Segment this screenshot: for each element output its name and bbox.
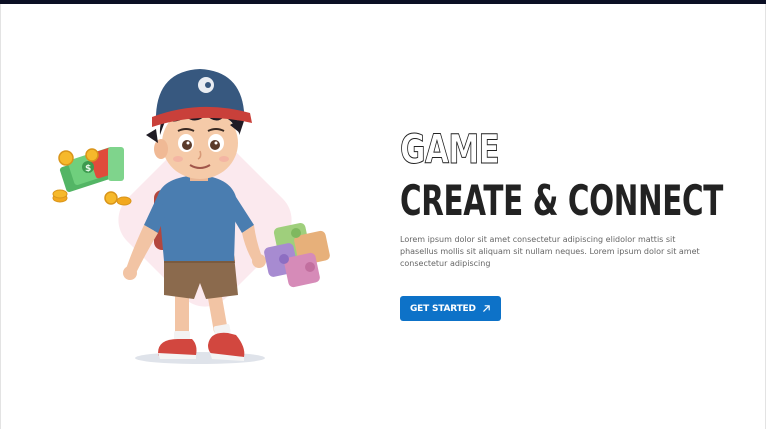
hero-description: Lorem ipsum dolor sit amet consectetur a… (400, 235, 700, 268)
svg-text:$: $ (85, 164, 91, 174)
hero-text-block: GAME CREATE & CONNECT Lorem ipsum dolor … (400, 128, 730, 321)
hero-eyebrow: GAME (400, 127, 501, 173)
get-started-button[interactable]: GET STARTED (400, 296, 501, 321)
arrow-up-right-icon (482, 305, 490, 312)
hero-title: CREATE & CONNECT (400, 176, 723, 225)
top-bar (0, 0, 766, 4)
money-coins-icon: $ (52, 147, 132, 206)
hero-illustration: $ (52, 69, 330, 364)
get-started-label: GET STARTED (410, 303, 476, 314)
frame-border-left (0, 4, 1, 429)
